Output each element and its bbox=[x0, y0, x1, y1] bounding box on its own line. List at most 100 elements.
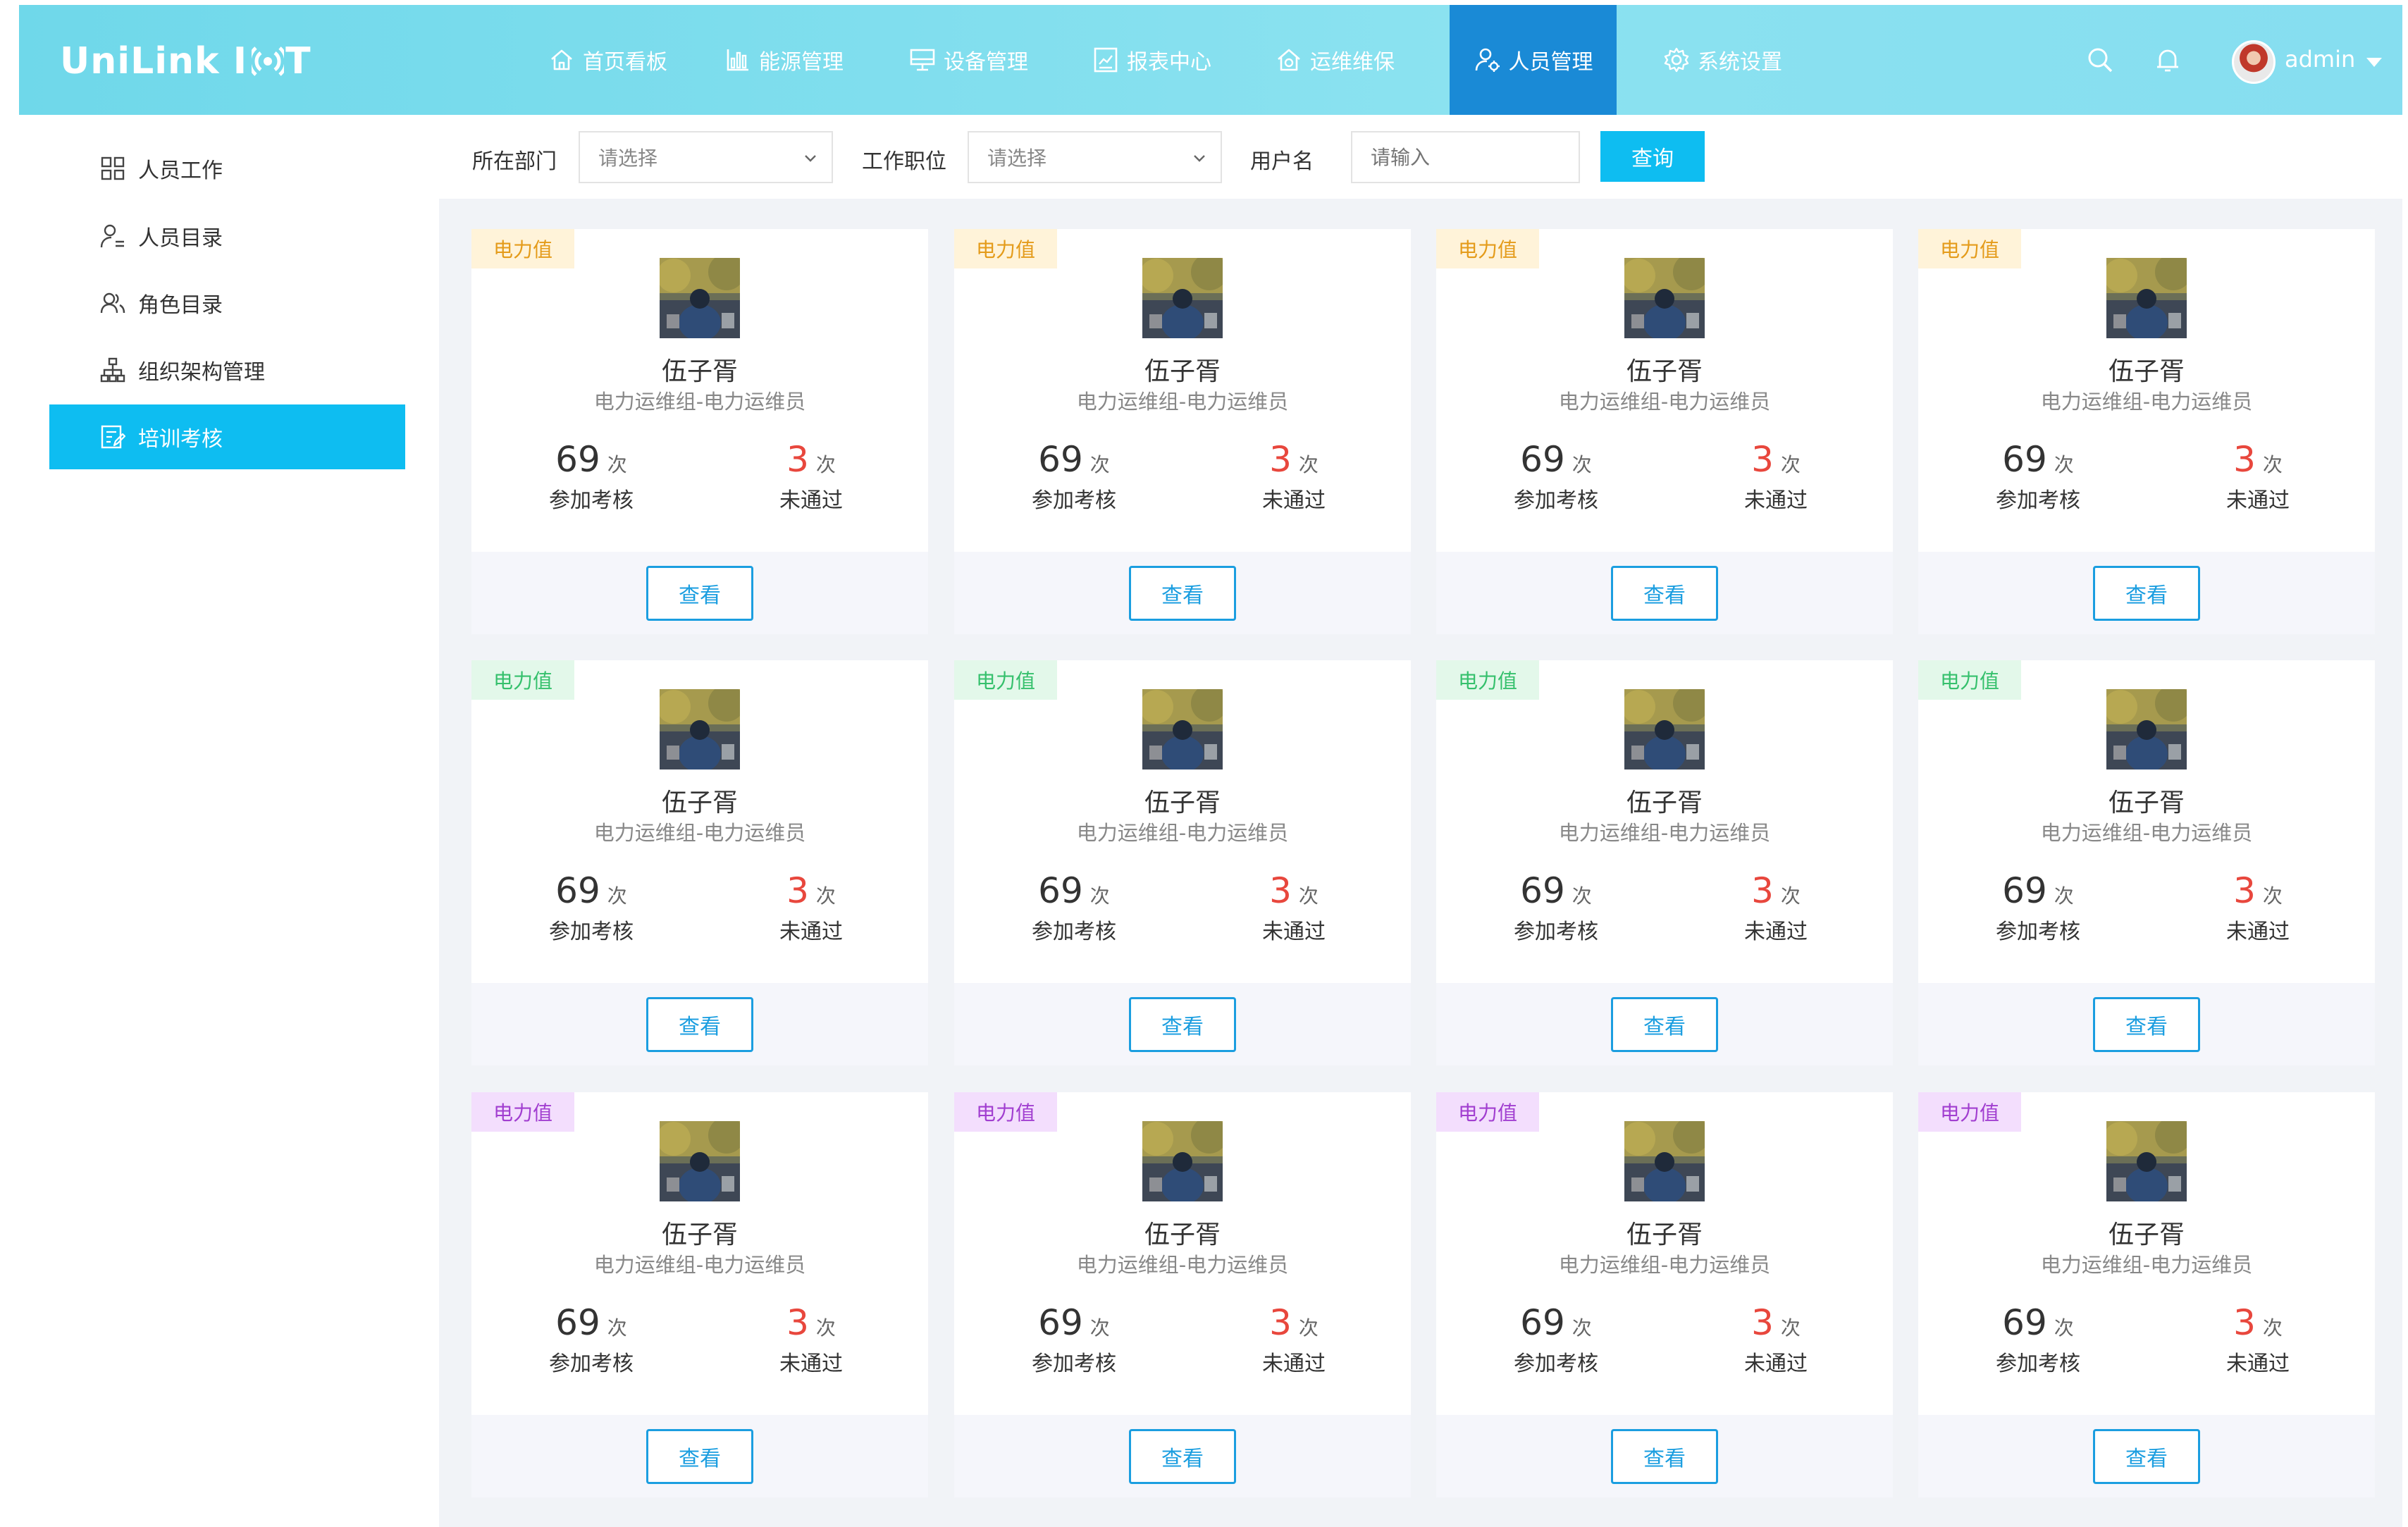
card-grid: 电力值 伍子胥 电力运维组-电力运维员 69 次参加考核 3 次未通过 查看 电力值 伍子胥 电力运… bbox=[439, 199, 2402, 1527]
fail-unit: 次 bbox=[815, 1316, 836, 1340]
bell-icon[interactable] bbox=[2154, 46, 2182, 74]
nav-label: 设备管理 bbox=[944, 50, 1028, 75]
attend-label: 参加考核 bbox=[1032, 1352, 1116, 1376]
sidebar-item-staff-work[interactable]: 人员工作 bbox=[49, 136, 405, 201]
logo-text: UniLink I bbox=[60, 40, 248, 82]
attend-unit: 次 bbox=[1572, 1316, 1592, 1340]
fail-label: 未通过 bbox=[779, 920, 843, 944]
fail-count: 3 bbox=[786, 870, 809, 911]
nav-reports[interactable]: 报表中心 bbox=[1083, 5, 1220, 115]
sidebar-item-role-directory[interactable]: 角色目录 bbox=[49, 271, 405, 335]
fail-stat: 3 次未通过 bbox=[1206, 1302, 1382, 1377]
fail-unit: 次 bbox=[1780, 453, 1801, 476]
person-card: 电力值 伍子胥 电力运维组-电力运维员 69 次参加考核 3 次未通过 查看 bbox=[1918, 1092, 2375, 1497]
department-select[interactable]: 请选择 bbox=[579, 131, 833, 183]
sidebar: 人员工作 人员目录 角色目录 组织架构管理 培训考核 bbox=[0, 115, 437, 1527]
report-icon bbox=[1094, 47, 1118, 73]
fail-unit: 次 bbox=[1780, 1316, 1801, 1340]
person-name: 伍子胥 bbox=[661, 1220, 738, 1249]
person-department: 电力运维组-电力运维员 bbox=[2040, 1253, 2253, 1277]
nav-label: 系统设置 bbox=[1698, 50, 1782, 75]
view-button[interactable]: 查看 bbox=[1129, 1429, 1236, 1484]
fail-unit: 次 bbox=[2262, 1316, 2283, 1340]
attend-unit: 次 bbox=[1089, 884, 1110, 908]
person-card: 电力值 伍子胥 电力运维组-电力运维员 69 次参加考核 3 次未通过 查看 bbox=[1436, 229, 1893, 634]
attend-label: 参加考核 bbox=[1996, 1352, 2080, 1376]
view-button[interactable]: 查看 bbox=[646, 1429, 753, 1484]
sidebar-item-org-structure[interactable]: 组织架构管理 bbox=[49, 338, 405, 402]
person-department: 电力运维组-电力运维员 bbox=[1076, 1253, 1289, 1277]
person-name: 伍子胥 bbox=[2108, 789, 2185, 817]
person-photo bbox=[660, 689, 740, 769]
fail-count: 3 bbox=[1269, 439, 1292, 480]
power-tag: 电力值 bbox=[954, 229, 1057, 268]
attend-stat: 69 次参加考核 bbox=[986, 439, 1162, 514]
view-button[interactable]: 查看 bbox=[2093, 566, 2200, 621]
attend-stat: 69 次参加考核 bbox=[986, 1302, 1162, 1377]
view-button[interactable]: 查看 bbox=[2093, 997, 2200, 1052]
person-card: 电力值 伍子胥 电力运维组-电力运维员 69 次参加考核 3 次未通过 查看 bbox=[1436, 660, 1893, 1065]
fail-label: 未通过 bbox=[779, 488, 843, 513]
nav-home[interactable]: 首页看板 bbox=[539, 5, 676, 115]
power-tag: 电力值 bbox=[471, 1092, 574, 1132]
chevron-down-icon[interactable] bbox=[2366, 58, 2382, 67]
fail-label: 未通过 bbox=[1262, 1352, 1326, 1376]
gear-icon bbox=[1664, 47, 1689, 73]
position-select[interactable]: 请选择 bbox=[968, 131, 1222, 183]
user-name[interactable]: admin bbox=[2285, 46, 2355, 73]
fail-unit: 次 bbox=[815, 453, 836, 476]
nav-personnel[interactable]: 人员管理 bbox=[1450, 5, 1617, 115]
brand-logo[interactable]: UniLink I T bbox=[60, 39, 311, 84]
view-button[interactable]: 查看 bbox=[1611, 566, 1718, 621]
fail-label: 未通过 bbox=[779, 1352, 843, 1376]
query-button[interactable]: 查询 bbox=[1600, 131, 1705, 182]
chevron-down-icon bbox=[805, 155, 816, 162]
view-button[interactable]: 查看 bbox=[1611, 1429, 1718, 1484]
fail-stat: 3 次未通过 bbox=[723, 870, 899, 945]
logo-text-suffix: T bbox=[285, 40, 311, 82]
grid-icon bbox=[101, 156, 125, 180]
fail-unit: 次 bbox=[2262, 453, 2283, 476]
view-button[interactable]: 查看 bbox=[646, 997, 753, 1052]
user-avatar[interactable] bbox=[2232, 40, 2276, 84]
attend-unit: 次 bbox=[1572, 453, 1592, 476]
attend-stat: 69 次参加考核 bbox=[986, 870, 1162, 945]
search-icon[interactable] bbox=[2086, 46, 2114, 74]
person-card: 电力值 伍子胥 电力运维组-电力运维员 69 次参加考核 3 次未通过 查看 bbox=[954, 1092, 1411, 1497]
nav-settings[interactable]: 系统设置 bbox=[1654, 5, 1791, 115]
person-photo bbox=[2106, 258, 2187, 338]
fail-unit: 次 bbox=[815, 884, 836, 908]
attend-unit: 次 bbox=[2054, 1316, 2074, 1340]
attend-count: 69 bbox=[2002, 870, 2047, 911]
view-button[interactable]: 查看 bbox=[1611, 997, 1718, 1052]
sidebar-item-label: 人员工作 bbox=[138, 159, 223, 183]
person-name: 伍子胥 bbox=[1144, 1220, 1221, 1249]
view-button[interactable]: 查看 bbox=[1129, 997, 1236, 1052]
attend-count: 69 bbox=[1520, 439, 1565, 480]
position-placeholder: 请选择 bbox=[987, 147, 1047, 170]
attend-label: 参加考核 bbox=[1032, 920, 1116, 944]
power-tag: 电力值 bbox=[1918, 229, 2021, 268]
attend-unit: 次 bbox=[2054, 884, 2074, 908]
username-input[interactable] bbox=[1351, 131, 1580, 183]
view-button[interactable]: 查看 bbox=[646, 566, 753, 621]
view-button[interactable]: 查看 bbox=[1129, 566, 1236, 621]
house-gear-icon bbox=[1278, 49, 1300, 71]
nav-energy[interactable]: 能源管理 bbox=[715, 5, 852, 115]
fail-count: 3 bbox=[2233, 870, 2256, 911]
nav-device[interactable]: 设备管理 bbox=[900, 5, 1037, 115]
person-photo bbox=[1624, 689, 1705, 769]
fail-unit: 次 bbox=[1780, 884, 1801, 908]
person-card: 电力值 伍子胥 电力运维组-电力运维员 69 次参加考核 3 次未通过 查看 bbox=[471, 1092, 928, 1497]
attend-stat: 69 次参加考核 bbox=[1950, 439, 2126, 514]
view-button[interactable]: 查看 bbox=[2093, 1429, 2200, 1484]
person-photo bbox=[1142, 689, 1223, 769]
person-card: 电力值 伍子胥 电力运维组-电力运维员 69 次参加考核 3 次未通过 查看 bbox=[471, 229, 928, 634]
person-name: 伍子胥 bbox=[1144, 357, 1221, 386]
sidebar-item-training-exam[interactable]: 培训考核 bbox=[49, 404, 405, 469]
sidebar-item-staff-directory[interactable]: 人员目录 bbox=[49, 204, 405, 268]
attend-unit: 次 bbox=[1089, 1316, 1110, 1340]
nav-maintenance[interactable]: 运维维保 bbox=[1266, 5, 1403, 115]
attend-count: 69 bbox=[555, 439, 600, 480]
attend-count: 69 bbox=[555, 1302, 600, 1343]
